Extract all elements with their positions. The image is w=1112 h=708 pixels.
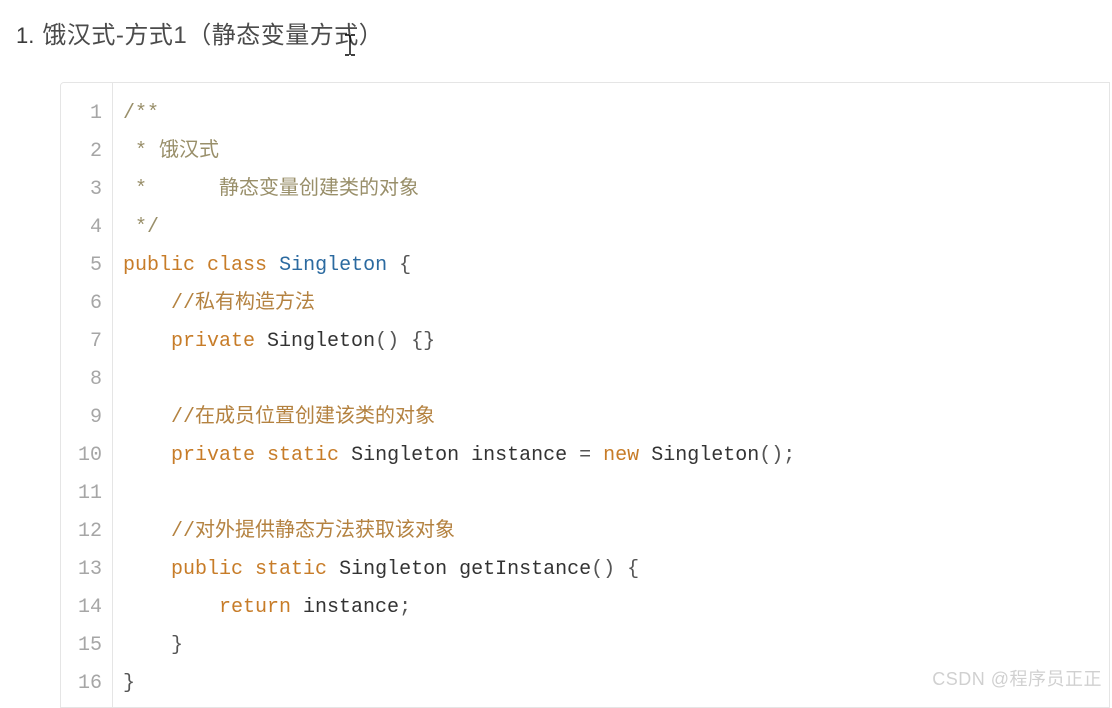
line-number: 9 — [61, 399, 112, 437]
code-token: { — [627, 558, 639, 581]
code-token: Singleton instance — [351, 444, 567, 467]
code-token: private — [171, 330, 255, 353]
code-token: static — [267, 444, 339, 467]
code-token: class — [207, 254, 267, 277]
code-token: /** — [123, 102, 159, 125]
list-number: 1. — [16, 18, 34, 53]
code-line — [123, 475, 1109, 513]
code-line: } — [123, 627, 1109, 665]
code-token: (); — [759, 444, 795, 467]
code-token — [123, 330, 171, 353]
code-token — [399, 330, 411, 353]
code-token: private — [171, 444, 255, 467]
code-line: } — [123, 665, 1109, 703]
code-token: * 饿汉式 — [123, 140, 219, 163]
code-line: public class Singleton { — [123, 247, 1109, 285]
code-token: = — [579, 444, 591, 467]
code-line: * 静态变量创建类的对象 — [123, 171, 1109, 209]
code-table: 12345678910111213141516 /** * 饿汉式 * 静态变量… — [61, 83, 1109, 707]
code-token — [327, 558, 339, 581]
code-token: Singleton — [651, 444, 759, 467]
code-area: /** * 饿汉式 * 静态变量创建类的对象 */ public class Si… — [113, 83, 1109, 707]
code-token — [591, 444, 603, 467]
code-token — [387, 254, 399, 277]
code-token: static — [255, 558, 327, 581]
code-line: private static Singleton instance = new … — [123, 437, 1109, 475]
code-line: //对外提供静态方法获取该对象 — [123, 513, 1109, 551]
code-token — [123, 444, 171, 467]
code-line: * 饿汉式 — [123, 133, 1109, 171]
code-token — [291, 596, 303, 619]
code-line: private Singleton() {} — [123, 323, 1109, 361]
code-token: public — [171, 558, 243, 581]
line-number: 14 — [61, 589, 112, 627]
line-number: 15 — [61, 627, 112, 665]
line-number: 8 — [61, 361, 112, 399]
code-token: { — [399, 254, 411, 277]
heading-title: 饿汉式-方式1（静态变量方式） — [42, 18, 383, 54]
code-token — [567, 444, 579, 467]
code-token — [123, 292, 171, 315]
code-token: getInstance — [459, 558, 591, 581]
code-token — [255, 444, 267, 467]
code-token: new — [603, 444, 639, 467]
code-line: return instance; — [123, 589, 1109, 627]
code-line: //私有构造方法 — [123, 285, 1109, 323]
code-token — [267, 254, 279, 277]
code-line — [123, 361, 1109, 399]
code-token: //对外提供静态方法获取该对象 — [171, 520, 455, 543]
line-number: 12 — [61, 513, 112, 551]
line-number: 4 — [61, 209, 112, 247]
code-token: instance — [303, 596, 399, 619]
code-token: } — [123, 672, 135, 695]
code-token — [123, 634, 171, 657]
code-token — [243, 558, 255, 581]
code-block: 12345678910111213141516 /** * 饿汉式 * 静态变量… — [60, 82, 1110, 708]
line-number: 3 — [61, 171, 112, 209]
code-token — [195, 254, 207, 277]
code-line: */ — [123, 209, 1109, 247]
line-number: 6 — [61, 285, 112, 323]
code-token: //在成员位置创建该类的对象 — [171, 406, 435, 429]
code-token — [615, 558, 627, 581]
code-token — [123, 558, 171, 581]
code-token — [123, 596, 219, 619]
code-token: } — [171, 634, 183, 657]
code-token: {} — [411, 330, 435, 353]
code-token: Singleton — [267, 330, 375, 353]
heading-row: 1. 饿汉式-方式1（静态变量方式） — [0, 0, 1112, 54]
code-token — [123, 406, 171, 429]
code-token — [255, 330, 267, 353]
line-number-gutter: 12345678910111213141516 — [61, 83, 113, 707]
line-number: 2 — [61, 133, 112, 171]
code-token — [339, 444, 351, 467]
code-token: () — [591, 558, 615, 581]
line-number: 7 — [61, 323, 112, 361]
line-number: 5 — [61, 247, 112, 285]
code-line: //在成员位置创建该类的对象 — [123, 399, 1109, 437]
code-line: /** — [123, 95, 1109, 133]
line-number: 11 — [61, 475, 112, 513]
code-token: Singleton — [279, 254, 387, 277]
code-token: Singleton — [339, 558, 459, 581]
code-line: public static Singleton getInstance() { — [123, 551, 1109, 589]
code-token: ; — [399, 596, 411, 619]
code-token: return — [219, 596, 291, 619]
code-token: () — [375, 330, 399, 353]
code-token: public — [123, 254, 195, 277]
line-number: 10 — [61, 437, 112, 475]
line-number: 1 — [61, 95, 112, 133]
line-number: 16 — [61, 665, 112, 703]
code-token — [123, 520, 171, 543]
code-token: */ — [123, 216, 159, 239]
code-token — [639, 444, 651, 467]
line-number: 13 — [61, 551, 112, 589]
code-token: * 静态变量创建类的对象 — [123, 178, 419, 201]
code-token: //私有构造方法 — [171, 292, 315, 315]
